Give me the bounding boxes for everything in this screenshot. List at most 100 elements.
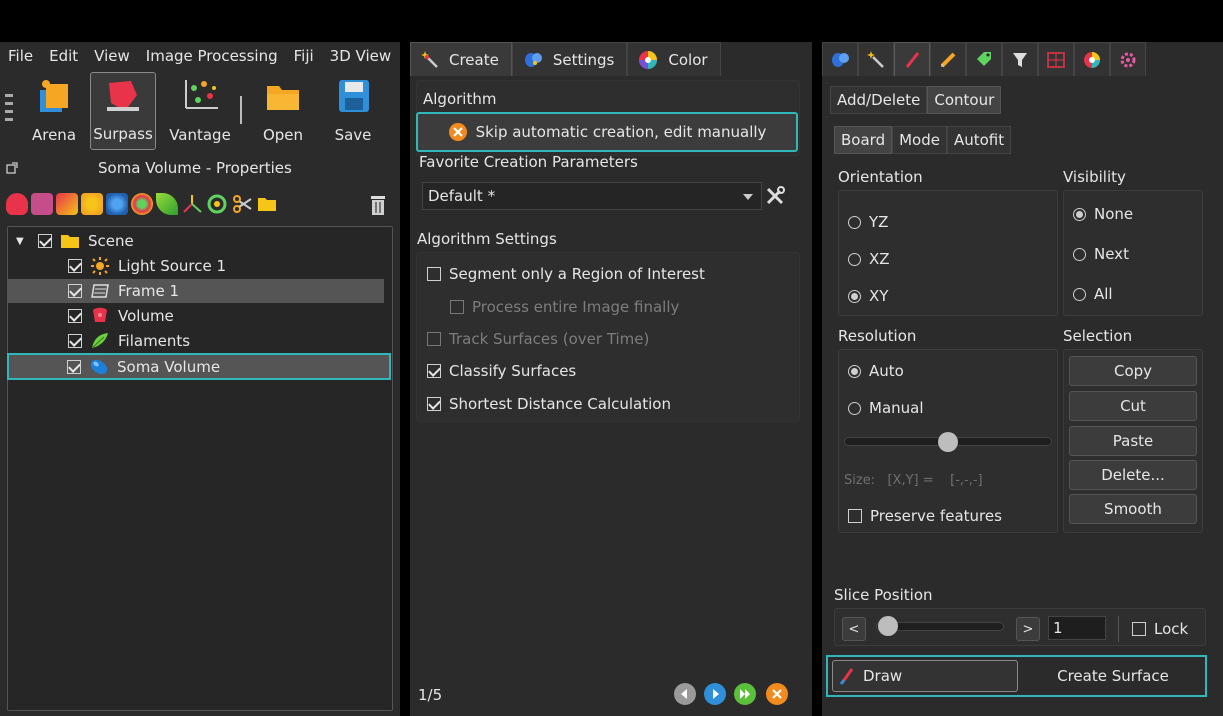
tab-board[interactable]: Board — [834, 126, 893, 154]
visibility-none[interactable]: None — [1073, 205, 1133, 223]
favorite-parameters-select[interactable]: Default * — [422, 182, 762, 210]
scissors-icon[interactable] — [231, 193, 253, 215]
tab-filters[interactable] — [1002, 42, 1038, 76]
surpass-button[interactable]: Surpass — [90, 72, 156, 150]
visibility-all[interactable]: All — [1073, 285, 1113, 303]
delete-button[interactable]: Delete... — [1069, 460, 1197, 490]
menu-file[interactable]: File — [0, 47, 41, 65]
menu-image-processing[interactable]: Image Processing — [138, 47, 286, 65]
tab-color[interactable] — [1074, 42, 1110, 76]
resolution-auto[interactable]: Auto — [848, 362, 904, 380]
tab-autofit[interactable]: Autofit — [946, 126, 1012, 154]
arena-button[interactable]: Arena — [26, 72, 82, 150]
visibility-all-radio[interactable] — [1073, 287, 1086, 301]
resolution-auto-radio[interactable] — [848, 364, 861, 378]
tab-labels[interactable] — [966, 42, 1002, 76]
toolbar-grip[interactable] — [5, 94, 13, 124]
wrench-icon[interactable] — [764, 185, 786, 207]
clipping-plane-icon[interactable] — [56, 193, 78, 215]
resolution-slider-handle[interactable] — [938, 432, 958, 452]
frame-add-icon[interactable] — [31, 193, 53, 215]
save-button[interactable]: Save — [326, 72, 380, 150]
filaments-add-icon[interactable] — [156, 193, 178, 215]
tab-creation-wizard[interactable] — [858, 42, 894, 76]
resolution-manual-radio[interactable] — [848, 401, 861, 415]
tab-edit[interactable] — [930, 42, 966, 76]
menu-3d-view[interactable]: 3D View — [322, 47, 399, 65]
group-folder-icon[interactable] — [256, 193, 278, 215]
reference-frame-icon[interactable] — [181, 193, 203, 215]
trash-icon[interactable] — [368, 194, 388, 216]
filaments-checkbox[interactable] — [68, 334, 82, 348]
scene-checkbox[interactable] — [38, 234, 52, 248]
orientation-xy-radio[interactable] — [848, 289, 861, 303]
draw-button[interactable]: Draw — [832, 660, 1018, 692]
resolution-manual[interactable]: Manual — [848, 399, 924, 417]
spots-icon[interactable] — [81, 193, 103, 215]
light-source-checkbox[interactable] — [68, 259, 82, 273]
classify-surfaces-option[interactable]: Classify Surfaces — [427, 362, 576, 380]
orientation-xz[interactable]: XZ — [848, 250, 890, 268]
cancel-button[interactable] — [766, 683, 788, 705]
lock-option[interactable]: Lock — [1132, 620, 1188, 638]
tree-row-soma-volume[interactable]: Soma Volume — [7, 353, 391, 380]
next-button[interactable] — [704, 683, 726, 705]
tab-contour[interactable]: Contour — [927, 86, 1002, 114]
shortest-distance-option[interactable]: Shortest Distance Calculation — [427, 395, 671, 413]
back-button[interactable] — [674, 683, 696, 705]
frame-checkbox[interactable] — [68, 284, 82, 298]
menu-view[interactable]: View — [86, 47, 138, 65]
tab-extensions[interactable] — [1110, 42, 1146, 76]
shortest-distance-checkbox[interactable] — [427, 397, 441, 411]
classify-surfaces-checkbox[interactable] — [427, 364, 441, 378]
slice-number-input[interactable]: 1 — [1048, 616, 1106, 640]
measurement-points-icon[interactable] — [206, 193, 228, 215]
menu-edit[interactable]: Edit — [41, 47, 86, 65]
slice-slider-handle[interactable] — [878, 616, 898, 636]
smooth-button[interactable]: Smooth — [1069, 494, 1197, 524]
tab-color[interactable]: Color — [627, 42, 721, 76]
tab-settings[interactable]: Settings — [511, 42, 628, 76]
popout-icon[interactable] — [6, 162, 18, 174]
vantage-button[interactable]: Vantage — [166, 72, 234, 150]
tab-add-delete[interactable]: Add/Delete — [830, 86, 928, 114]
tree-row-filaments[interactable]: Filaments — [8, 329, 392, 353]
paste-button[interactable]: Paste — [1069, 426, 1197, 456]
segment-roi-checkbox[interactable] — [427, 267, 441, 281]
lock-checkbox[interactable] — [1132, 622, 1146, 636]
visibility-next[interactable]: Next — [1073, 245, 1129, 263]
tab-edit-draw[interactable] — [894, 42, 930, 76]
volume-checkbox[interactable] — [68, 309, 82, 323]
orientation-yz[interactable]: YZ — [848, 213, 888, 231]
orientation-xy[interactable]: XY — [848, 287, 888, 305]
tab-create[interactable]: Create — [410, 42, 512, 76]
tree-row-scene[interactable]: ▼ Scene — [8, 229, 392, 253]
volume-add-icon[interactable] — [6, 193, 28, 215]
tab-statistics[interactable] — [1038, 42, 1074, 76]
orientation-yz-radio[interactable] — [848, 215, 861, 229]
collapse-arrow-icon[interactable]: ▼ — [16, 236, 30, 247]
skip-automatic-creation-button[interactable]: Skip automatic creation, edit manually — [416, 112, 798, 152]
menu-fiji[interactable]: Fiji — [286, 47, 322, 65]
open-button[interactable]: Open — [256, 72, 310, 150]
soma-volume-checkbox[interactable] — [67, 359, 81, 374]
visibility-next-radio[interactable] — [1073, 247, 1086, 261]
create-surface-button[interactable]: Create Surface — [1022, 660, 1204, 692]
tab-mode[interactable]: Mode — [892, 126, 947, 154]
orientation-xz-radio[interactable] — [848, 252, 861, 266]
visibility-none-radio[interactable] — [1073, 207, 1086, 221]
cut-button[interactable]: Cut — [1069, 391, 1197, 421]
slice-prev-button[interactable]: < — [842, 617, 866, 641]
surfaces-icon[interactable] — [106, 193, 128, 215]
slice-next-button[interactable]: > — [1016, 617, 1040, 641]
tab-surfaces-settings[interactable] — [822, 42, 858, 76]
preserve-features-checkbox[interactable] — [848, 509, 862, 523]
tree-row-light-source[interactable]: Light Source 1 — [8, 254, 392, 278]
segment-roi-option[interactable]: Segment only a Region of Interest — [427, 265, 705, 283]
preserve-features-option[interactable]: Preserve features — [848, 507, 1002, 525]
tree-row-frame[interactable]: Frame 1 — [8, 279, 384, 303]
cells-icon[interactable] — [131, 193, 153, 215]
finish-button[interactable] — [734, 683, 756, 705]
tree-row-volume[interactable]: Volume — [8, 304, 392, 328]
copy-button[interactable]: Copy — [1069, 356, 1197, 386]
